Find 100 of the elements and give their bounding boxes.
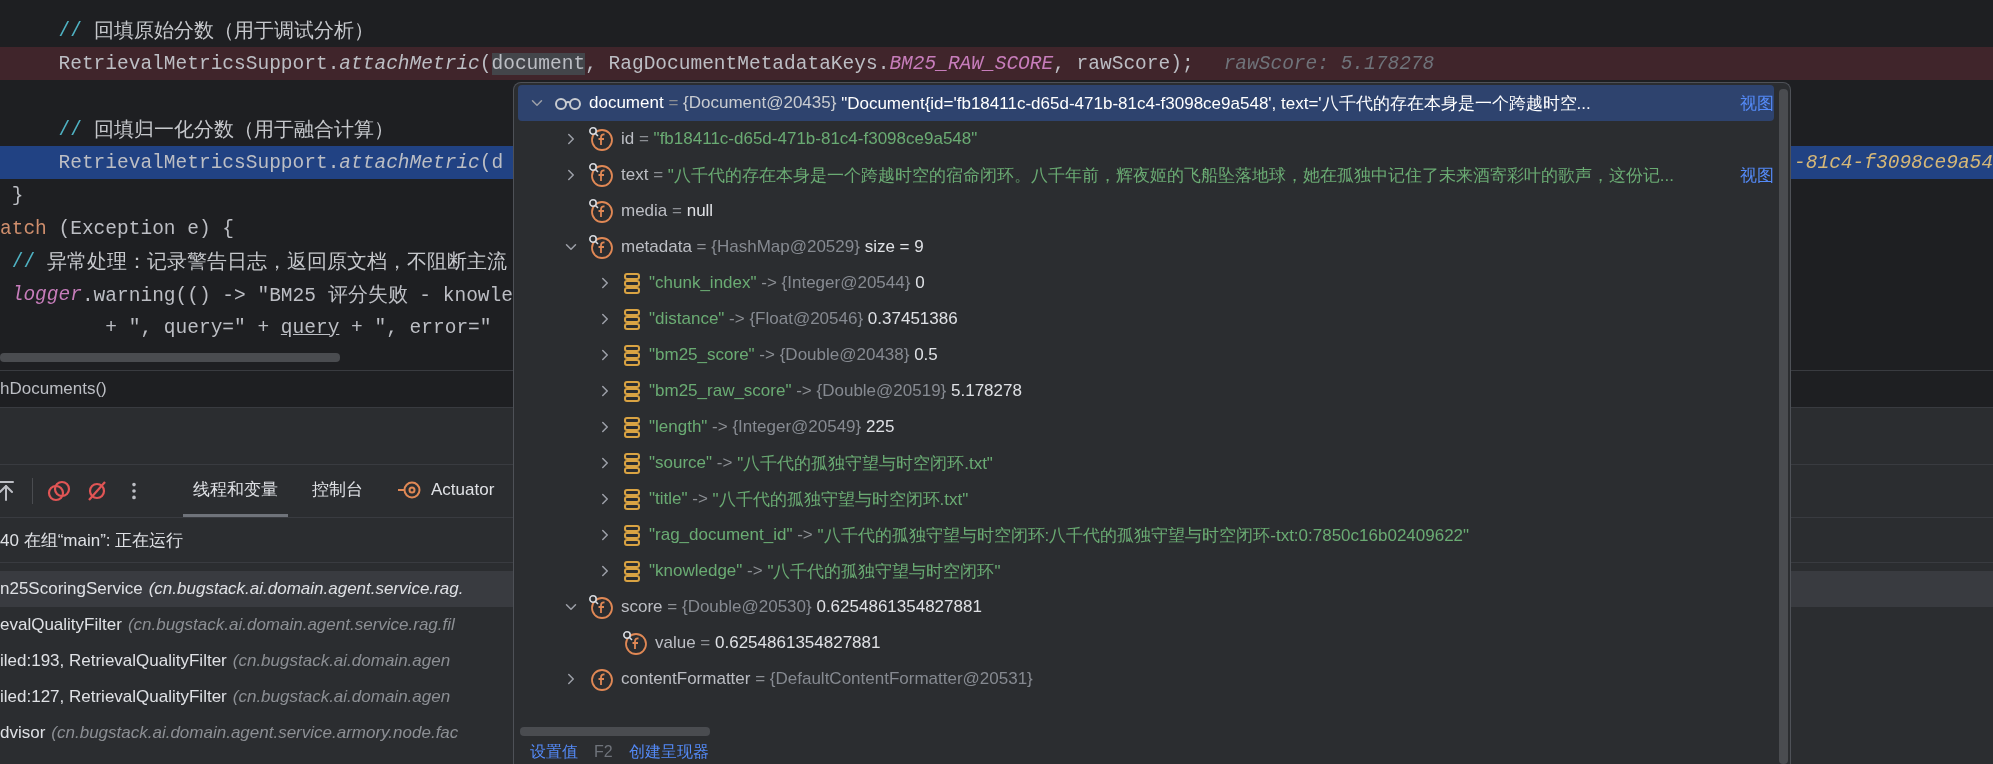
variable-row[interactable]: "length" -> {Integer@20549} 225	[518, 409, 1774, 445]
variable-name: "chunk_index"	[649, 273, 757, 293]
stacked-bars-icon	[622, 344, 642, 366]
variable-row[interactable]: "chunk_index" -> {Integer@20544} 0	[518, 265, 1774, 301]
slashed-circle-icon[interactable]	[85, 479, 109, 503]
variable-row[interactable]: "source" -> "八千代的孤独守望与时空闭环.txt"	[518, 445, 1774, 481]
stacked-bars-icon	[622, 308, 642, 330]
code-text: //	[57, 19, 82, 42]
stacked-bars-icon	[622, 560, 642, 582]
stacked-bars-icon	[622, 488, 642, 510]
object-reference: {Integer@20544}	[781, 273, 912, 293]
variable-row[interactable]: "title" -> "八千代的孤独守望与时空闭环.txt"	[518, 481, 1774, 517]
code-text: attachMetric	[339, 151, 480, 174]
field-icon	[588, 666, 614, 692]
variable-value: "八千代的孤独守望与时空闭环:八千代的孤独守望与时空闭环-txt:0:7850c16b02409622"	[817, 524, 1470, 547]
code-text: , RagDocumentMetadataKeys.	[585, 52, 890, 75]
variable-value: 0	[915, 273, 925, 293]
variable-name: "title"	[649, 489, 688, 509]
variable-name: document	[589, 93, 664, 113]
code-text: 异常处理：记录警告日志，返回原文档，不阻断主流	[45, 250, 507, 275]
variable-value: 0.6254861354827881	[715, 633, 881, 653]
code-text: .warning(() -> "BM25 评分失败 - knowle	[81, 283, 513, 308]
scrollbar[interactable]	[0, 353, 340, 362]
code-text: , rawScore);	[1053, 52, 1194, 75]
separator-text: =	[652, 165, 665, 185]
variable-value: "八千代的存在本身是一个跨越时空的宿命闭环。八千年前，辉夜姬的飞船坠落地球，她在孤独中记住了未来酒寄彩叶的歌声，这份记...	[667, 164, 1674, 187]
code-text: query	[280, 316, 340, 339]
variable-row[interactable]: score = {Double@20530} 0.6254861354827881	[518, 589, 1774, 625]
stacked-bars-icon	[622, 524, 642, 546]
separator-text: ->	[796, 525, 814, 545]
variable-name: score	[621, 597, 663, 617]
code-text: atch	[0, 217, 47, 240]
action-link[interactable]: 设置值	[530, 741, 578, 763]
code-text: document	[491, 52, 586, 75]
variable-row[interactable]: metadata = {HashMap@20529} size = 9	[518, 229, 1774, 265]
separator-text: =	[667, 93, 680, 113]
action-link[interactable]: 创建呈现器	[628, 741, 709, 763]
variable-row[interactable]: value = 0.6254861354827881	[518, 625, 1774, 661]
variable-row[interactable]: "knowledge" -> "八千代的孤独守望与时空闭环"	[518, 553, 1774, 589]
tab[interactable]: Actuator	[387, 465, 505, 517]
code-text: logger	[10, 283, 82, 306]
variable-row[interactable]: "rag_document_id" -> "八千代的孤独守望与时空闭环:八千代的孤独守望与时空闭环-txt:0:7850c16b02409622"	[518, 517, 1774, 553]
separator-text: ->	[746, 561, 764, 581]
variable-row[interactable]: id = "fb18411c-d65d-471b-81c4-f3098ce9a548"	[518, 121, 1774, 157]
separator-text: =	[695, 237, 708, 257]
scrollbar[interactable]	[520, 727, 710, 736]
variable-row[interactable]: "bm25_raw_score" -> {Double@20519} 5.178278	[518, 373, 1774, 409]
object-reference: {Double@20530}	[681, 597, 813, 617]
variable-name: value	[655, 633, 696, 653]
field-icon	[588, 126, 614, 152]
variable-name: "knowledge"	[649, 561, 743, 581]
stacked-bars-icon	[622, 272, 642, 294]
variable-value: "fb18411c-d65d-471b-81c4-f3098ce9a548"	[653, 129, 978, 149]
separator-text: ->	[795, 381, 813, 401]
code-text: attachMetric	[339, 52, 480, 75]
tab[interactable]: 控制台	[302, 465, 373, 517]
variable-row[interactable]: contentFormatter = {DefaultContentFormatter@20531}	[518, 661, 1774, 697]
code-text: }	[10, 184, 24, 207]
separator-text: =	[699, 633, 712, 653]
variable-value: 5.178278	[951, 381, 1022, 401]
code-text: RetrievalMetricsSupport.	[57, 52, 340, 75]
separator-text: ->	[691, 489, 709, 509]
variable-row[interactable]: media = null	[518, 193, 1774, 229]
object-reference: {HashMap@20529}	[711, 237, 861, 257]
object-reference: {Double@20438}	[779, 345, 911, 365]
object-reference: {Float@20546}	[749, 309, 865, 329]
field-icon	[588, 162, 614, 188]
separator-text: =	[754, 669, 767, 689]
variable-row[interactable]: "bm25_score" -> {Double@20438} 0.5	[518, 337, 1774, 373]
variable-value: 0.37451386	[867, 309, 958, 329]
scrollbar[interactable]	[1779, 89, 1788, 764]
field-icon	[588, 594, 614, 620]
breadcrumb[interactable]: hDocuments()	[0, 379, 107, 399]
code-text: 回填归一化分数（用于融合计算）	[92, 118, 394, 143]
object-reference: {Document@20435}	[683, 93, 838, 113]
field-icon	[588, 234, 614, 260]
variable-name: "length"	[649, 417, 708, 437]
tab[interactable]: 线程和变量	[183, 465, 288, 517]
variable-row[interactable]: document = {Document@20435} "Document{id='fb18411c-d65d-471b-81c4-f3098ce9a548', text='八千代的存在本身是一个跨越时空... 视图	[518, 85, 1774, 121]
variable-value: 0.6254861354827881	[816, 597, 982, 617]
code-text: (d	[479, 151, 504, 174]
view-link[interactable]: 视图	[1740, 163, 1774, 187]
variable-name: metadata	[621, 237, 692, 257]
thread-status: 40 在组“main”: 正在运行	[0, 529, 184, 552]
code-text: //	[10, 250, 36, 273]
stacked-bars-icon	[622, 452, 642, 474]
variable-value: "八千代的孤独守望与时空闭环.txt"	[712, 488, 969, 511]
separator-text: ->	[711, 417, 729, 437]
variable-row[interactable]: "distance" -> {Float@20546} 0.37451386	[518, 301, 1774, 337]
object-reference: {Integer@20549}	[732, 417, 863, 437]
variable-name: "bm25_score"	[649, 345, 755, 365]
variable-row[interactable]: text = "八千代的存在本身是一个跨越时空的宿命闭环。八千年前，辉夜姬的飞船坠落地球，她在孤独中记住了未来酒寄彩叶的歌声，这份记... 视图	[518, 157, 1774, 193]
code-text: (Exception e) {	[57, 217, 235, 240]
variable-name: "distance"	[649, 309, 725, 329]
separator-text: =	[671, 201, 683, 221]
code-text: -81c4-f3098ce9a54	[1794, 151, 1993, 174]
overlapping-circles-icon[interactable]	[47, 479, 71, 503]
code-text: BM25_RAW_SCORE	[889, 52, 1054, 75]
stacked-bars-icon	[622, 380, 642, 402]
variable-value: "八千代的孤独守望与时空闭环"	[767, 560, 1001, 583]
